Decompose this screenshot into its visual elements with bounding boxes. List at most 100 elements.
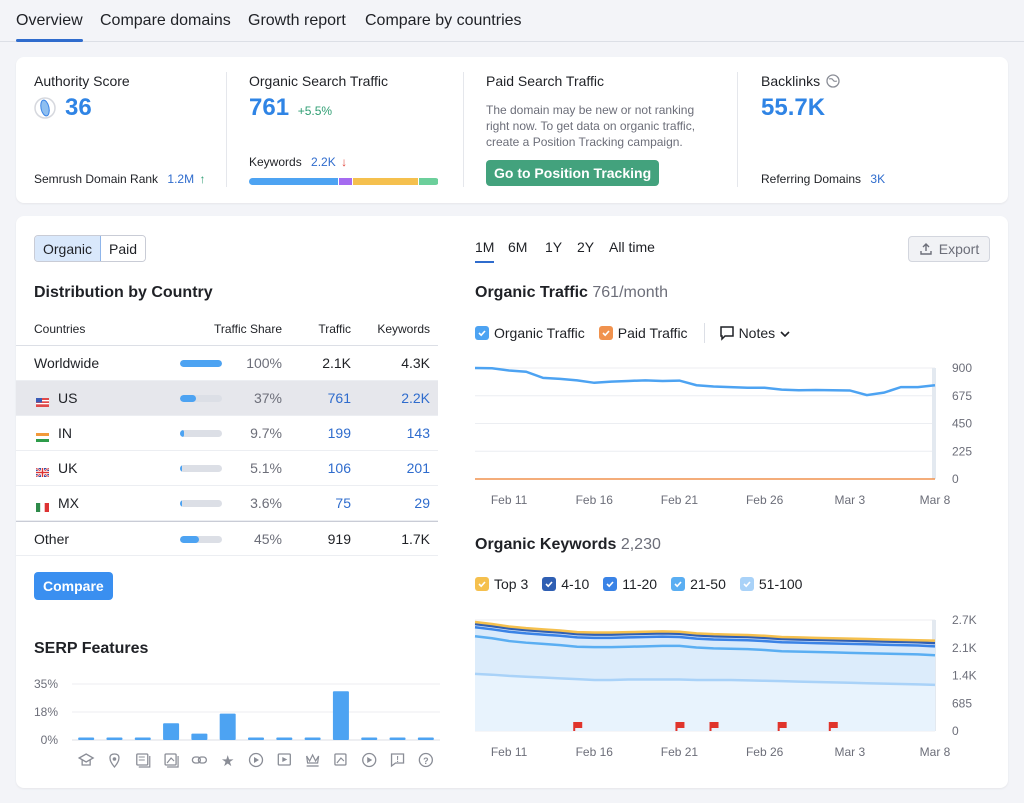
y-tick-label: 2.7K <box>952 613 977 627</box>
range-1m[interactable]: 1M <box>475 239 495 263</box>
range-1y[interactable]: 1Y <box>545 239 562 255</box>
notes-label: Notes <box>738 325 776 341</box>
serp-bar[interactable] <box>106 737 123 741</box>
legend-label: 51-100 <box>758 576 803 592</box>
country-name: Worldwide <box>34 355 100 371</box>
checkbox-checked-icon[interactable] <box>603 577 618 591</box>
table-row[interactable]: MX 3.6% 75 29 <box>16 486 438 521</box>
table-row[interactable]: Worldwide 100% 2.1K 4.3K <box>16 346 438 381</box>
faq-icon[interactable]: ! <box>390 753 405 768</box>
backlinks-label: Backlinks <box>761 73 821 89</box>
legend-label: 4-10 <box>561 576 590 592</box>
country-name: UK <box>58 460 78 476</box>
image-icon[interactable] <box>334 753 347 766</box>
legend-paid-traffic[interactable]: Paid Traffic <box>598 325 688 341</box>
range-6m[interactable]: 6M <box>508 239 527 255</box>
image-pack-icon[interactable] <box>164 753 179 768</box>
keywords-value: 4.3K <box>401 355 430 371</box>
x-tick-label: Feb 26 <box>746 745 784 759</box>
tab-growth-report[interactable]: Growth report <box>248 12 346 30</box>
checkbox-checked-icon[interactable] <box>739 577 754 591</box>
y-tick-label: 0 <box>952 472 959 486</box>
table-row[interactable]: Other 45% 919 1.7K <box>16 521 438 556</box>
chevron-down-icon <box>780 325 790 341</box>
traffic-value[interactable]: 199 <box>328 425 351 441</box>
sitelinks-icon[interactable] <box>191 756 208 764</box>
serp-bar[interactable] <box>332 691 349 740</box>
serp-bar[interactable] <box>248 737 264 741</box>
featured-video-icon[interactable] <box>277 753 291 766</box>
serp-bar[interactable] <box>417 737 434 741</box>
serp-bar[interactable] <box>361 737 378 741</box>
traffic-value[interactable]: 106 <box>328 460 351 476</box>
range-all-time[interactable]: All time <box>609 239 655 255</box>
legend-21-50[interactable]: 21-50 <box>671 576 726 592</box>
globe-icon[interactable] <box>826 74 840 88</box>
referring-domains-value[interactable]: 3K <box>870 172 885 186</box>
reviews-icon[interactable]: ★ <box>221 753 234 770</box>
serp-bar[interactable] <box>389 737 406 741</box>
organic-traffic-value[interactable]: 761 <box>249 94 289 121</box>
checkbox-checked-icon[interactable] <box>542 577 557 591</box>
table-row[interactable]: US 37% 761 2.2K <box>16 381 438 416</box>
serp-bar[interactable] <box>134 737 151 741</box>
compare-button[interactable]: Compare <box>34 572 113 600</box>
traffic-value[interactable]: 761 <box>328 390 351 406</box>
table-row[interactable]: IN 9.7% 199 143 <box>16 416 438 451</box>
keywords-value[interactable]: 143 <box>407 425 430 441</box>
x-tick-label: Feb 11 <box>491 493 528 507</box>
knowledge-panel-icon[interactable] <box>77 753 95 766</box>
toggle-organic[interactable]: Organic <box>35 236 102 261</box>
flag-mx-icon <box>36 499 49 512</box>
toggle-paid[interactable]: Paid <box>101 236 146 261</box>
top-stories-icon[interactable] <box>306 753 320 767</box>
video-carousel-icon[interactable] <box>362 752 377 768</box>
featured-snippet-icon[interactable] <box>136 753 151 768</box>
country-name: Other <box>34 531 70 547</box>
checkbox-checked-icon[interactable] <box>475 326 489 340</box>
video-icon[interactable] <box>248 752 264 768</box>
legend-organic-traffic[interactable]: Organic Traffic <box>475 325 585 341</box>
y-tick-label: 1.4K <box>952 669 977 683</box>
tab-compare-domains[interactable]: Compare domains <box>100 12 231 30</box>
legend-51-100[interactable]: 51-100 <box>739 576 803 592</box>
table-row[interactable]: UK 5.1% 106 201 <box>16 451 438 486</box>
checkbox-checked-icon[interactable] <box>671 577 686 591</box>
serp-bar[interactable] <box>219 713 236 740</box>
keyword-bar-segment-2 <box>339 178 353 185</box>
keywords-value[interactable]: 201 <box>407 460 430 476</box>
legend-11-20[interactable]: 11-20 <box>603 576 657 592</box>
serp-bar[interactable] <box>304 737 321 741</box>
checkbox-checked-icon[interactable] <box>598 326 613 340</box>
organic-traffic-label: Organic Search Traffic <box>249 73 389 89</box>
serp-bar[interactable] <box>276 737 293 741</box>
divider <box>703 323 705 343</box>
backlinks-value[interactable]: 55.7K <box>761 94 825 122</box>
distribution-table: Countries Traffic Share Traffic Keywords… <box>16 316 438 556</box>
local-pack-icon[interactable] <box>109 753 120 768</box>
keyword-bar-segment-1 <box>249 178 339 185</box>
svg-text:?: ? <box>423 756 429 766</box>
legend-4-10[interactable]: 4-10 <box>542 576 589 592</box>
serp-bar[interactable] <box>78 737 95 741</box>
export-icon <box>920 243 932 255</box>
tab-overview[interactable]: Overview <box>16 12 83 42</box>
serp-bar[interactable] <box>163 723 180 740</box>
tab-compare-by-countries[interactable]: Compare by countries <box>365 12 522 30</box>
people-also-ask-icon[interactable]: ? <box>418 752 433 768</box>
notes-dropdown[interactable]: Notes <box>719 325 791 341</box>
keywords-value[interactable]: 2.2K <box>401 390 430 406</box>
export-button[interactable]: Export <box>908 236 990 262</box>
go-to-position-tracking-button[interactable]: Go to Position Tracking <box>486 160 660 186</box>
checkbox-checked-icon[interactable] <box>475 577 489 591</box>
legend-top-3[interactable]: Top 3 <box>475 576 528 592</box>
keywords-value[interactable]: 2.2K <box>311 155 336 169</box>
keywords-value[interactable]: 29 <box>414 495 430 511</box>
traffic-value[interactable]: 75 <box>335 495 351 511</box>
domain-rank-value[interactable]: 1.2M <box>167 172 194 186</box>
serp-bar[interactable] <box>191 733 208 740</box>
range-2y[interactable]: 2Y <box>577 239 594 255</box>
svg-text:★: ★ <box>221 753 234 770</box>
col-countries: Countries <box>34 322 86 336</box>
y-tick-label: 900 <box>952 361 972 375</box>
